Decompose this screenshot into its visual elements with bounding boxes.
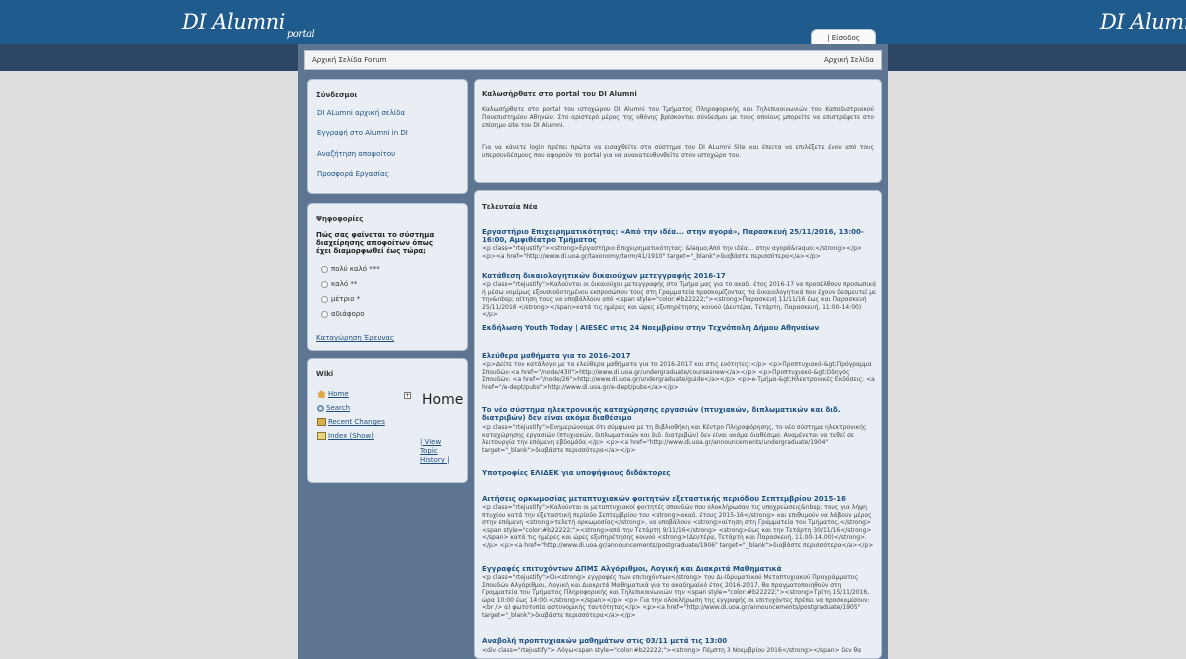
news-item-title[interactable]: Το νέο σύστημα ηλεκτρονικής καταχώρησης … <box>482 406 874 422</box>
recent-changes-icon <box>317 418 326 426</box>
links-box: Σύνδεσμοι DI ALumni αρχική σελίδα Εγγραφ… <box>307 79 468 194</box>
poll-option-very-good[interactable]: πολύ καλό *** <box>321 265 380 273</box>
link-search-alumni[interactable]: Αναζήτηση αποφοίτου <box>317 150 395 158</box>
welcome-title: Καλωσήρθατε στο portal του DI Alumni <box>482 90 637 98</box>
news-item-title[interactable]: Κατάθεση δικαιολογητικών δικαιούχων μετε… <box>482 272 874 280</box>
wiki-view-link[interactable]: | View <box>420 438 441 446</box>
radio-icon[interactable] <box>321 295 328 303</box>
news-box: Τελευταία Νέα Εργαστήριο Επιχειρηματικότ… <box>474 190 882 659</box>
poll-option-average[interactable]: μέτριο * <box>321 295 360 303</box>
poll-question: Πώς σας φαίνεται το σύστημα διαχείρησης … <box>316 231 435 255</box>
search-icon <box>317 404 324 412</box>
wiki-title: Wiki <box>316 370 334 378</box>
news-item-title[interactable]: Υποτροφίες ΕΛΙΔΕΚ για υποψήφιους διδάκτο… <box>482 469 874 477</box>
wiki-search-link[interactable]: Search <box>317 404 350 412</box>
nav-home-link[interactable]: Αρχική Σελίδα <box>824 56 874 64</box>
news-item-title[interactable]: Εγγραφές επιτυχόντων ΔΠΜΣ Αλγόριθμοι, Λο… <box>482 565 874 573</box>
radio-icon[interactable] <box>321 310 328 318</box>
wiki-topic-link[interactable]: Topic <box>420 447 438 455</box>
welcome-box: Καλωσήρθατε στο portal του DI Alumni Καλ… <box>474 79 882 183</box>
wiki-collapse-icon[interactable]: + <box>404 392 411 399</box>
login-tab[interactable]: | Είσοδος <box>811 29 876 45</box>
radio-icon[interactable] <box>321 265 328 273</box>
news-item-body: <p class="rtejustify">Ενημερώνουμε ότι σ… <box>482 424 867 454</box>
wiki-home-link[interactable]: Home <box>317 390 349 398</box>
breadcrumb-nav: Αρχική Σελίδα Forum Αρχική Σελίδα <box>304 50 882 70</box>
wiki-history-link[interactable]: History | <box>420 456 450 464</box>
wiki-box: Wiki Home Search Recent Changes Index (S… <box>307 358 468 483</box>
link-alumni-register[interactable]: Εγγραφή στο Alumni in DI <box>317 129 408 137</box>
site-header: DI Alumniportal DI Alumn | Είσοδος <box>0 0 1186 45</box>
news-item-body: <p class="rtejustify"><strong>Εργαστήριο… <box>482 245 863 260</box>
index-icon <box>317 432 326 440</box>
news-title: Τελευταία Νέα <box>482 203 538 211</box>
wiki-index-link[interactable]: Index (Show) <box>317 432 374 440</box>
news-item-title[interactable]: Αιτήσεις ορκωμοσίας μεταπτυχιακών φοιτητ… <box>482 495 874 503</box>
links-title: Σύνδεσμοι <box>316 91 358 99</box>
wiki-page-title: Home <box>422 392 464 408</box>
news-item-title[interactable]: Εργαστήριο Επιχειρηματικότητας: «Από την… <box>482 228 874 244</box>
news-item-title[interactable]: Εκδήλωση Youth Today | AIESEC στις 24 Νο… <box>482 324 874 332</box>
home-icon <box>317 390 326 398</box>
news-item-title[interactable]: Αναβολή προπτυχιακών μαθημάτων στις 03/1… <box>482 637 874 645</box>
news-item-body: <p>Δείτε τον κατάλογο με τα ελεύθερα μαθ… <box>482 361 875 391</box>
link-alumni-home[interactable]: DI ALumni αρχική σελίδα <box>317 109 405 117</box>
poll-option-good[interactable]: καλό ** <box>321 280 357 288</box>
poll-option-indifferent[interactable]: αδιάφορο <box>321 310 365 318</box>
welcome-paragraph-2: Για να κάνετε login πρέπει πρώτα να εισα… <box>482 144 874 159</box>
radio-icon[interactable] <box>321 280 328 288</box>
link-job-offer[interactable]: Προσφορά Εργασίας <box>317 170 389 178</box>
news-item-body: <p class="rtejustify">Καλούνται οι δικαι… <box>482 281 877 318</box>
news-item-body: <div class="rtejustify"> Λόγω<span style… <box>482 647 862 654</box>
news-item-body: <p class="rtejustify">Οι<strong> εγγραφέ… <box>482 574 870 619</box>
polls-title: Ψηφοφορίες <box>316 215 364 223</box>
news-item-body: <p class="rtejustify">Καλούνται οι μεταπ… <box>482 504 874 549</box>
site-logo-repeat: DI Alumn <box>1100 10 1186 34</box>
site-logo[interactable]: DI Alumniportal <box>182 10 315 40</box>
nav-left-links[interactable]: Αρχική Σελίδα Forum <box>312 56 386 64</box>
polls-box: Ψηφοφορίες Πώς σας φαίνεται το σύστημα δ… <box>307 203 468 351</box>
wiki-recent-changes-link[interactable]: Recent Changes <box>317 418 385 426</box>
welcome-paragraph-1: Καλωσήρθατε στο portal του ιστοχώρου DI … <box>482 106 874 129</box>
news-item-title[interactable]: Ελεύθερα μαθήματα για το 2016-2017 <box>482 352 874 360</box>
poll-archive-link[interactable]: Καταγώρηση Έρευνας <box>316 334 394 342</box>
